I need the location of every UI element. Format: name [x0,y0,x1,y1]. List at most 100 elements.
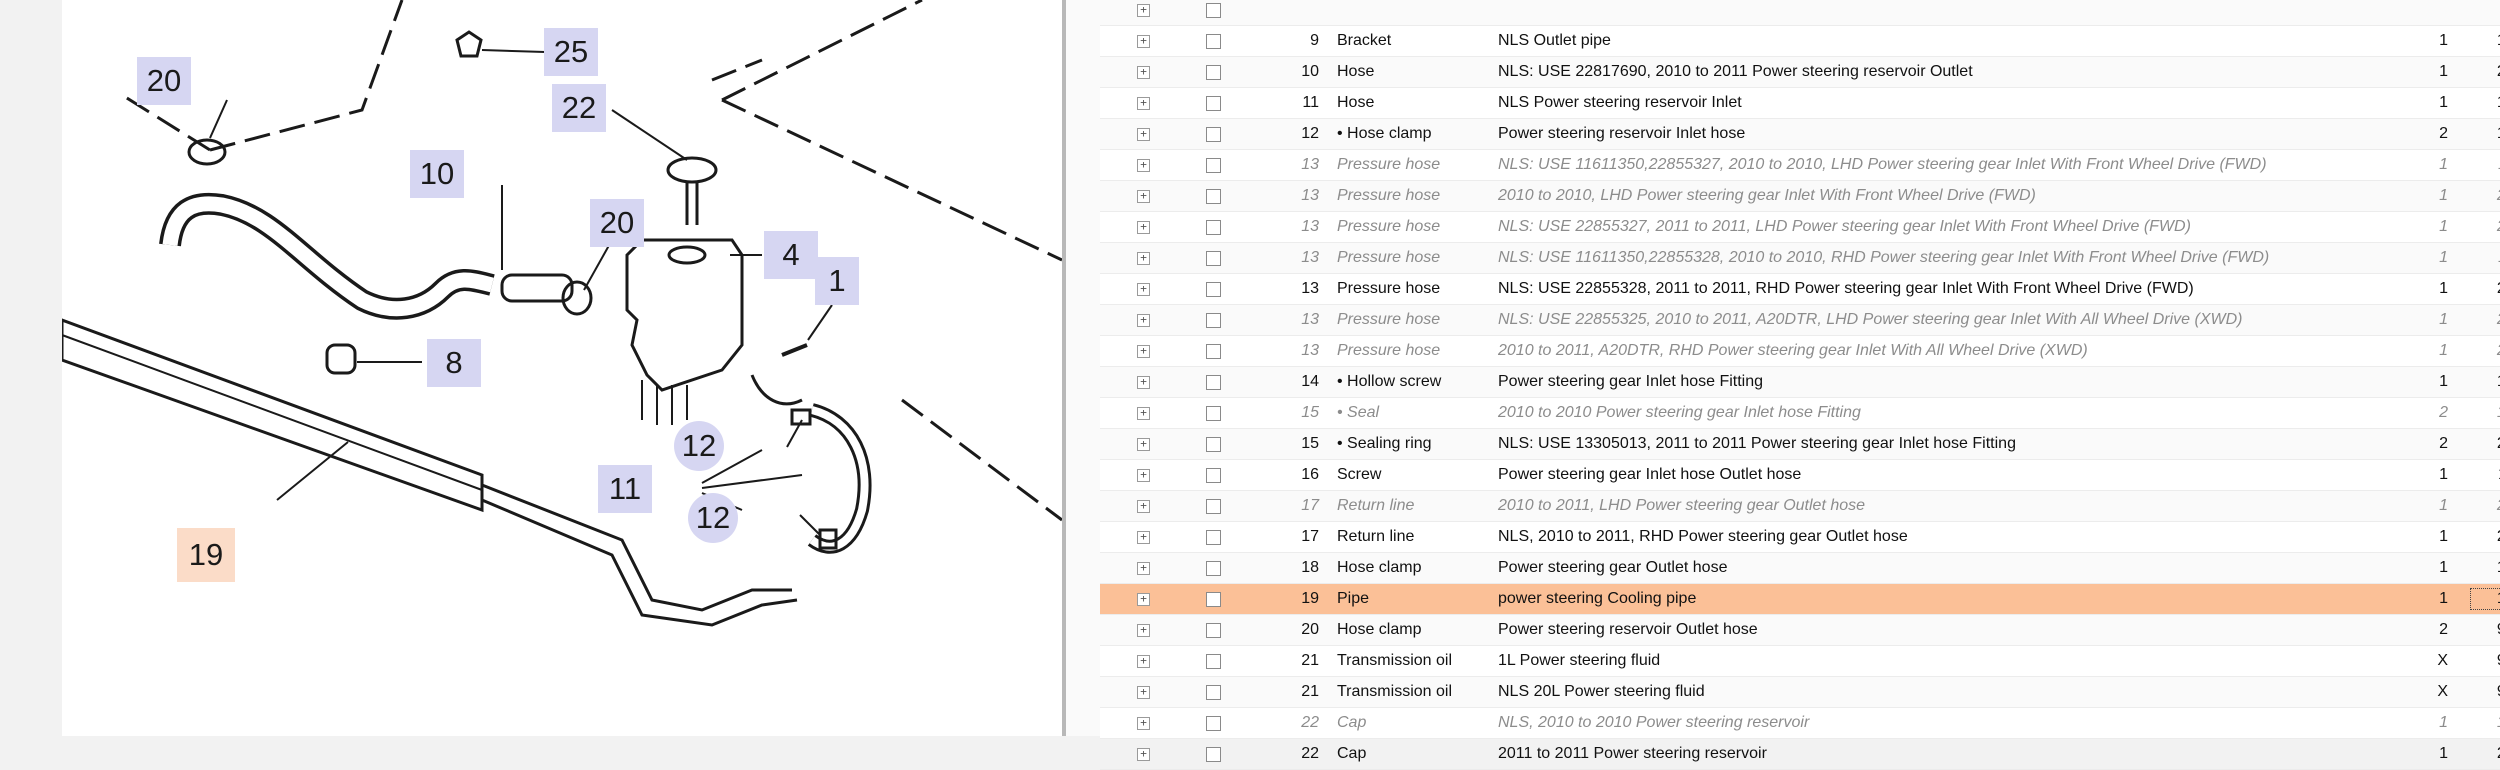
cell-part-number[interactable]: 22755965 [2472,745,2500,763]
cell-part-number[interactable]: 11519383 [2472,466,2500,484]
table-row[interactable]: +13 Pressure hose NLS: USE 22855328, 2011 … [1100,274,2500,305]
expand-icon[interactable]: + [1137,531,1150,544]
row-checkbox[interactable] [1206,685,1221,700]
expand-icon[interactable]: + [1137,97,1150,110]
expand-icon[interactable]: + [1137,624,1150,637]
expand-icon[interactable]: + [1137,717,1150,730]
table-row[interactable]: +18 Hose clamp Power steering gear Outlet … [1100,553,2500,584]
cell-part-number[interactable]: 13311243 [2472,156,2500,174]
cell-part-number[interactable]: 20957816 [2472,280,2500,298]
callout-19[interactable]: 19 [177,528,235,582]
cell-part-number[interactable]: 13307373 [2472,125,2500,143]
cell-part-number[interactable]: 90572594 [2472,621,2500,639]
table-row[interactable]: +17 Return line 2010 to 2011, LHD Power st… [1100,491,2500,522]
row-checkbox[interactable] [1206,313,1221,328]
callout-12-upper[interactable]: 12 [674,421,724,471]
cell-part-number[interactable]: 20921402 [2472,435,2500,453]
row-checkbox[interactable] [1206,282,1221,297]
expand-icon[interactable]: + [1137,345,1150,358]
row-checkbox[interactable] [1206,747,1221,762]
callout-22[interactable]: 22 [552,84,606,132]
cell-part-number[interactable]: 20957815 [2472,218,2500,236]
row-checkbox[interactable] [1206,468,1221,483]
cell-part-number[interactable]: 13280036 [2472,373,2500,391]
row-checkbox[interactable] [1206,437,1221,452]
table-row[interactable]: +13 Pressure hose 2010 to 2011, A20DTR, RH… [1100,336,2500,367]
cell-part-number[interactable]: 93165483 [2472,683,2500,701]
expand-icon[interactable]: + [1137,4,1150,17]
table-row[interactable]: +13 Pressure hose NLS: USE 22855325, 2010 … [1100,305,2500,336]
row-checkbox[interactable] [1206,654,1221,669]
expand-icon[interactable]: + [1137,314,1150,327]
table-row[interactable]: +21 Transmission oil 1L Power steering flu… [1100,646,2500,677]
table-row[interactable]: + [1100,0,2500,26]
table-row[interactable]: +15 Seal 2010 to 2010 Power steering gear … [1100,398,2500,429]
expand-icon[interactable]: + [1137,686,1150,699]
expand-icon[interactable]: + [1137,593,1150,606]
cell-part-number[interactable]: 13281438 [2472,32,2500,50]
row-checkbox[interactable] [1206,499,1221,514]
row-checkbox[interactable] [1206,592,1221,607]
row-checkbox[interactable] [1206,65,1221,80]
row-checkbox[interactable] [1206,375,1221,390]
callout-12-lower[interactable]: 12 [688,493,738,543]
callout-25[interactable]: 25 [544,28,598,76]
table-row[interactable]: +13 Pressure hose 2010 to 2010, LHD Power … [1100,181,2500,212]
cell-part-number[interactable]: 13281432 [2472,94,2500,112]
row-checkbox[interactable] [1206,251,1221,266]
callout-20-middle[interactable]: 20 [590,199,644,247]
cell-part-number[interactable]: 13305013 [2472,404,2500,422]
table-row[interactable]: +13 Pressure hose NLS: USE 11611350,228553… [1100,243,2500,274]
row-checkbox[interactable] [1206,530,1221,545]
table-row[interactable]: +17 Return line NLS, 2010 to 2011, RHD Pow… [1100,522,2500,553]
cell-part-number[interactable]: 13307373 [2472,559,2500,577]
table-row[interactable]: +15 Sealing ring NLS: USE 13305013, 2011 t… [1100,429,2500,460]
row-checkbox[interactable] [1206,158,1221,173]
table-row[interactable]: +22 Cap NLS, 2010 to 2010 Power steering r… [1100,708,2500,739]
table-row[interactable]: +22 Cap 2011 to 2011 Power steering reserv… [1100,739,2500,770]
cell-part-number[interactable]: 20957814 [2472,342,2500,360]
table-row[interactable]: +13 Pressure hose NLS: USE 22855327, 2011 … [1100,212,2500,243]
callout-1[interactable]: 1 [815,257,859,305]
row-checkbox[interactable] [1206,220,1221,235]
cell-part-number[interactable]: 13311244 [2472,249,2500,267]
table-row[interactable]: +12 Hose clamp Power steering reservoir In… [1100,119,2500,150]
callout-4[interactable]: 4 [764,231,818,279]
parts-diagram[interactable]: 20 25 22 10 20 4 1 8 12 11 12 19 [62,0,1065,736]
expand-icon[interactable]: + [1137,655,1150,668]
table-row[interactable]: +9 Bracket NLS Outlet pipe 1 13281438 [1100,26,2500,57]
expand-icon[interactable]: + [1137,407,1150,420]
callout-10[interactable]: 10 [410,150,464,198]
row-checkbox[interactable] [1206,189,1221,204]
row-checkbox[interactable] [1206,406,1221,421]
row-checkbox[interactable] [1206,127,1221,142]
expand-icon[interactable]: + [1137,159,1150,172]
row-checkbox[interactable] [1206,34,1221,49]
table-row[interactable]: +19 Pipe power steering Cooling pipe 1 13286… [1100,584,2500,615]
cell-part-number[interactable]: 13285839 [2472,714,2500,732]
table-row[interactable]: +21 Transmission oil NLS 20L Power steerin… [1100,677,2500,708]
expand-icon[interactable]: + [1137,748,1150,761]
expand-icon[interactable]: + [1137,221,1150,234]
cell-part-number[interactable]: 20967376 [2472,63,2500,81]
row-checkbox[interactable] [1206,716,1221,731]
expand-icon[interactable]: + [1137,283,1150,296]
expand-icon[interactable]: + [1137,252,1150,265]
cell-part-number[interactable]: 22855327 [2472,187,2500,205]
expand-icon[interactable]: + [1137,562,1150,575]
expand-icon[interactable]: + [1137,438,1150,451]
expand-icon[interactable]: + [1137,500,1150,513]
expand-icon[interactable]: + [1137,66,1150,79]
cell-part-number[interactable]: 20957813 [2472,311,2500,329]
cell-part-number[interactable]: 20967389 [2472,528,2500,546]
row-checkbox[interactable] [1206,561,1221,576]
cell-part-number[interactable]: 93165414 [2472,652,2500,670]
table-row[interactable]: +10 Hose NLS: USE 22817690, 2010 to 2011 P… [1100,57,2500,88]
expand-icon[interactable]: + [1137,128,1150,141]
row-checkbox[interactable] [1206,96,1221,111]
expand-icon[interactable]: + [1137,35,1150,48]
expand-icon[interactable]: + [1137,469,1150,482]
expand-icon[interactable]: + [1137,376,1150,389]
cell-part-number[interactable]: 13286331 [2470,588,2500,610]
table-row[interactable]: +11 Hose NLS Power steering reservoir Inle… [1100,88,2500,119]
